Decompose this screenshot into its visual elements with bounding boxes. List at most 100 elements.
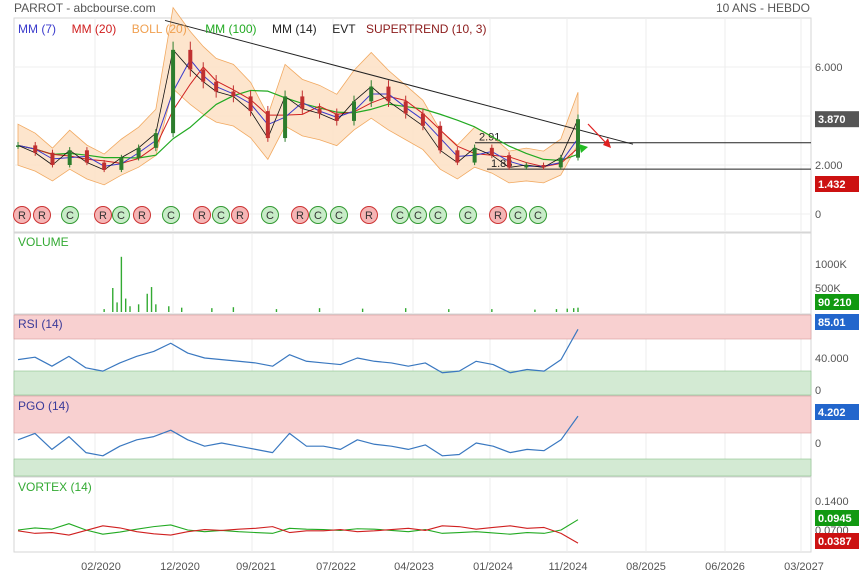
- price-candle: [403, 101, 408, 114]
- price-panel: 02.0004.0006.0002.911.83RRCRCRCRCRCRCCRC…: [13, 6, 859, 233]
- legend-item: MM (7): [18, 22, 56, 36]
- level-label: 2.91: [479, 132, 500, 144]
- stock-chart[interactable]: PARROT - abcbourse.com 10 ANS - HEBDO 02…: [0, 0, 860, 579]
- price-candle: [67, 150, 72, 165]
- volume-bar: [232, 307, 235, 312]
- signal-label: R: [138, 210, 146, 222]
- price-tick-label: 2.000: [815, 160, 843, 172]
- price-candle: [507, 155, 512, 168]
- volume-bar: [116, 302, 118, 312]
- volume-bar: [180, 307, 183, 312]
- volume-bar: [137, 304, 140, 312]
- volume-bar: [566, 308, 568, 312]
- volume-bar: [555, 309, 558, 312]
- price-candle: [438, 125, 443, 151]
- pgo-badge: 4.202: [818, 407, 846, 419]
- price-candle: [334, 113, 339, 121]
- x-axis-label: 01/2024: [473, 561, 513, 573]
- rsi-tick-label: 0: [815, 385, 821, 397]
- chart-stage: PARROT - abcbourse.com 10 ANS - HEBDO 02…: [0, 0, 860, 579]
- x-axis-label: 12/2020: [160, 561, 200, 573]
- price-candle: [369, 86, 374, 102]
- signal-label: R: [99, 210, 107, 222]
- price-candle: [283, 96, 288, 139]
- rsi-panel: RSI (14) 0 40.000 85.01: [13, 314, 859, 397]
- chart-period: 10 ANS - HEBDO: [716, 1, 810, 15]
- legend-item: SUPERTREND (10, 3): [366, 22, 486, 36]
- legend-item: MM (14): [272, 22, 317, 36]
- price-candle: [102, 162, 107, 170]
- volume-bar: [155, 304, 157, 312]
- volume-panel: VOLUME 500K 1000K 90 210: [13, 232, 859, 315]
- price-candle: [455, 150, 460, 163]
- price-candle: [153, 133, 158, 148]
- price-candle: [576, 119, 580, 158]
- pgo-title: PGO (14): [18, 399, 69, 413]
- price-candle: [489, 147, 494, 156]
- rsi-overbought-zone: [13, 314, 812, 340]
- low-badge: 1.432: [818, 179, 846, 191]
- volume-bar: [577, 307, 579, 312]
- x-axis-label: 03/2027: [784, 561, 824, 573]
- signal-label: C: [266, 210, 274, 222]
- chart-title: PARROT - abcbourse.com: [14, 1, 156, 15]
- x-axis-label: 08/2025: [626, 561, 666, 573]
- signal-label: R: [494, 210, 502, 222]
- price-candle: [33, 145, 38, 153]
- vortex-tick-label: 0.1400: [815, 496, 849, 508]
- x-axis-label: 04/2023: [394, 561, 434, 573]
- price-candle: [201, 69, 206, 82]
- pgo-tick-label: 0: [815, 438, 821, 450]
- volume-bar: [448, 309, 450, 312]
- price-candle: [317, 108, 322, 114]
- price-candle: [558, 157, 563, 168]
- signal-label: R: [236, 210, 244, 222]
- x-axis-label: 09/2021: [236, 561, 276, 573]
- volume-bar: [318, 308, 321, 312]
- volume-tick-label: 1000K: [815, 259, 847, 271]
- price-candle: [265, 111, 270, 139]
- signal-label: R: [38, 210, 46, 222]
- volume-bar: [103, 309, 105, 312]
- volume-bar: [150, 287, 153, 312]
- volume-bar: [129, 306, 131, 312]
- signal-label: C: [167, 210, 175, 222]
- price-candle: [171, 49, 176, 134]
- signal-label: C: [434, 210, 442, 222]
- price-candle: [84, 150, 89, 163]
- signal-label: C: [66, 210, 74, 222]
- price-candle: [16, 145, 20, 147]
- price-candle: [541, 165, 546, 168]
- price-candle: [300, 96, 305, 109]
- x-axis-label: 11/2024: [549, 561, 588, 573]
- signal-label: C: [314, 210, 322, 222]
- price-tick-label: 0: [815, 209, 821, 221]
- volume-bar: [361, 308, 364, 312]
- signal-label: C: [514, 210, 522, 222]
- x-axis-label: 07/2022: [316, 561, 356, 573]
- volume-badge: 90 210: [818, 297, 852, 309]
- volume-tick-label: 500K: [815, 283, 841, 295]
- volume-bar: [275, 309, 278, 312]
- legend-item: BOLL (20): [132, 22, 187, 36]
- signal-label: C: [414, 210, 422, 222]
- signal-label: R: [18, 210, 26, 222]
- volume-bar: [404, 308, 407, 312]
- rsi-badge: 85.01: [818, 317, 846, 329]
- price-candle: [420, 113, 425, 126]
- volume-bar: [572, 308, 575, 312]
- legend-item: MM (100): [205, 22, 256, 36]
- price-candle: [231, 91, 236, 97]
- pgo-panel: PGO (14) 0 4.202: [13, 395, 859, 477]
- price-candle: [119, 157, 124, 170]
- volume-bar: [146, 293, 148, 312]
- rsi-title: RSI (14): [18, 317, 63, 331]
- volume-bar: [211, 308, 213, 312]
- signal-label: R: [296, 210, 304, 222]
- signal-label: C: [117, 210, 125, 222]
- volume-bar: [120, 256, 123, 312]
- price-candle: [386, 86, 391, 102]
- vortex-minus-badge: 0.0387: [818, 536, 852, 548]
- x-axis-label: 02/2020: [81, 561, 121, 573]
- signal-label: R: [198, 210, 206, 222]
